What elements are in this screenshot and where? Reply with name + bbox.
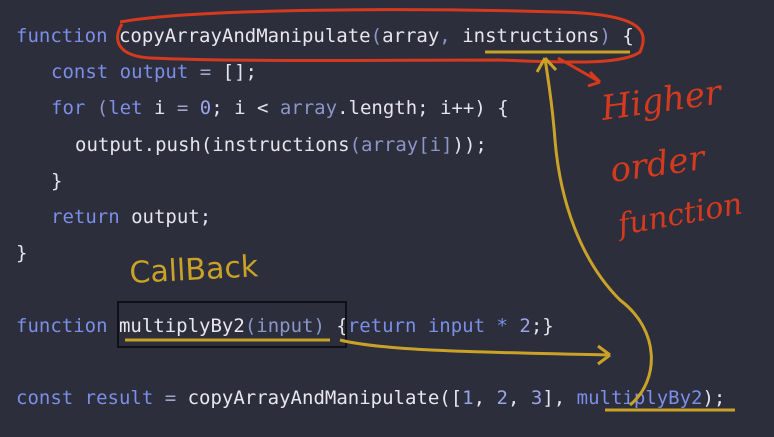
paren: ); xyxy=(702,387,726,409)
code-editor: function copyArrayAndManipulate(array, i… xyxy=(0,0,774,437)
code-line-7: } xyxy=(16,241,27,265)
keyword: let xyxy=(108,97,143,119)
operator: = xyxy=(188,61,223,83)
loop-rest: .length; i++) { xyxy=(337,97,509,119)
code-line-2: const output = []; xyxy=(51,60,257,84)
function-call: instructions xyxy=(212,134,350,156)
variable: i xyxy=(142,97,166,119)
code-line-6: return output; xyxy=(51,205,211,229)
paren: ) xyxy=(599,25,611,47)
number: 0 xyxy=(199,97,212,119)
keyword: const xyxy=(16,387,74,409)
bracket: ], xyxy=(542,387,577,409)
comma: , xyxy=(507,387,531,409)
number: 1 xyxy=(462,387,474,409)
array-index: array[i] xyxy=(361,134,453,156)
paren: ( xyxy=(370,25,383,47)
operator: = xyxy=(165,97,200,119)
keyword: const xyxy=(51,61,109,83)
paren: ( xyxy=(85,97,109,119)
paren: ( xyxy=(349,134,362,156)
value: []; xyxy=(222,61,257,83)
code-line-4: output.push(instructions(array[i])); xyxy=(75,133,487,157)
number: 3 xyxy=(530,387,543,409)
push-call: output.push( xyxy=(75,134,213,156)
param-instructions: instructions xyxy=(462,25,600,47)
keyword: return xyxy=(51,206,120,228)
number: 2 xyxy=(496,387,508,409)
comma: , xyxy=(473,387,497,409)
callback-highlight-box xyxy=(117,301,347,348)
variable: output xyxy=(119,61,189,83)
comma: , xyxy=(439,25,463,47)
keyword: for xyxy=(51,97,86,119)
brace: ;} xyxy=(530,315,554,337)
number: 2 xyxy=(519,315,531,337)
keyword: function xyxy=(16,315,108,337)
callback-argument: multiplyBy2 xyxy=(576,387,703,409)
operator: = xyxy=(153,387,188,409)
bracket: ([ xyxy=(439,387,463,409)
code-line-11: const result = copyArrayAndManipulate([1… xyxy=(16,386,725,410)
keyword: function xyxy=(16,25,108,47)
code-line-5: } xyxy=(51,169,62,193)
brace: } xyxy=(16,242,28,264)
paren: )); xyxy=(452,134,487,156)
code-line-1: function copyArrayAndManipulate(array, i… xyxy=(16,24,634,48)
variable: result xyxy=(73,387,154,409)
keyword: return xyxy=(347,315,417,337)
variable: array xyxy=(279,97,338,119)
brace: { xyxy=(610,25,634,47)
code-line-3: for (let i = 0; i < array.length; i++) { xyxy=(51,96,509,120)
expression: input * xyxy=(416,315,520,337)
return-value: output; xyxy=(119,206,212,228)
function-name: copyArrayAndManipulate xyxy=(118,25,371,47)
function-call: copyArrayAndManipulate xyxy=(187,387,440,409)
brace: } xyxy=(51,170,63,192)
condition: ; i < xyxy=(211,97,280,119)
param-array: array xyxy=(382,25,440,47)
